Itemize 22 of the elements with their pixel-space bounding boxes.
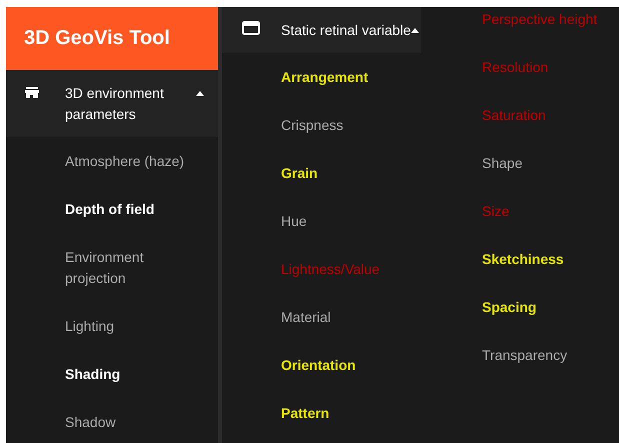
- menu-item[interactable]: Material: [281, 306, 331, 328]
- menu-item[interactable]: Atmosphere (haze): [65, 150, 184, 172]
- menu-item[interactable]: Transparency: [482, 344, 568, 366]
- menu-item[interactable]: Pattern: [281, 402, 330, 424]
- section-header[interactable]: 3D environment parameters: [6, 70, 218, 137]
- section-header[interactable]: Static retinal variable: [222, 7, 421, 53]
- menu-item[interactable]: Orientation: [281, 354, 356, 376]
- menu-item[interactable]: Spacing: [482, 296, 536, 318]
- card-icon: [242, 20, 260, 34]
- store-icon: [25, 86, 39, 98]
- menu-item[interactable]: Shape: [482, 152, 522, 174]
- menu-item[interactable]: Lighting: [65, 316, 114, 336]
- menu-item[interactable]: Depth of field: [65, 198, 154, 220]
- app-title: 3D GeoVis Tool: [6, 7, 218, 70]
- menu-item[interactable]: Hue: [281, 210, 307, 232]
- menu-item[interactable]: Grain: [281, 162, 318, 184]
- menu-item[interactable]: Crispness: [281, 114, 344, 136]
- menu-item[interactable]: Shadow: [65, 412, 116, 432]
- menu-item[interactable]: Shading: [65, 364, 120, 384]
- menu-item[interactable]: Sketchiness: [482, 248, 564, 270]
- menu-item[interactable]: Environment projection: [65, 246, 200, 288]
- menu-item[interactable]: Arrangement: [281, 66, 368, 88]
